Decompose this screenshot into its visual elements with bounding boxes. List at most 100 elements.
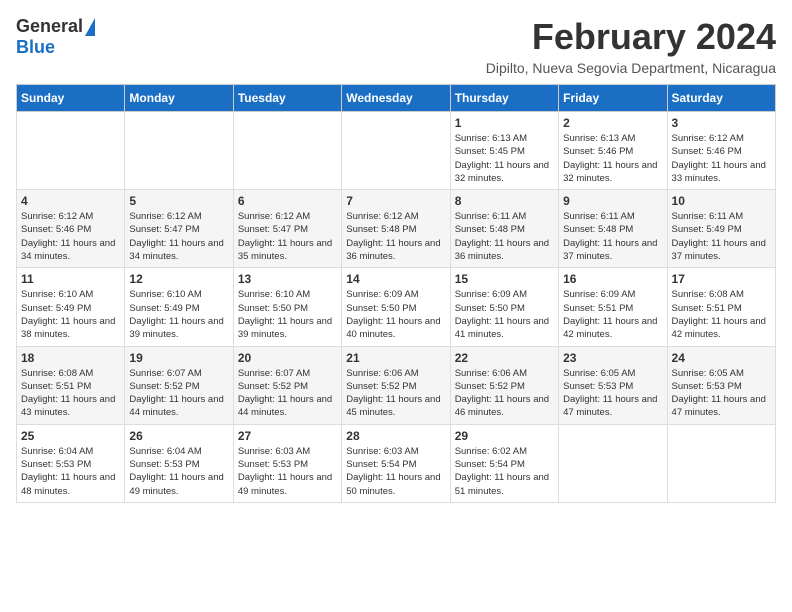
day-number: 7 <box>346 194 445 208</box>
day-info: Sunrise: 6:11 AM Sunset: 5:48 PM Dayligh… <box>455 210 554 263</box>
calendar-body: 1Sunrise: 6:13 AM Sunset: 5:45 PM Daylig… <box>17 112 776 503</box>
logo-general-text: General <box>16 16 83 37</box>
weekday-header: Saturday <box>667 85 775 112</box>
day-info: Sunrise: 6:13 AM Sunset: 5:46 PM Dayligh… <box>563 132 662 185</box>
day-info: Sunrise: 6:12 AM Sunset: 5:47 PM Dayligh… <box>238 210 337 263</box>
calendar-cell <box>342 112 450 190</box>
calendar-cell: 22 Sunrise: 6:06 AM Sunset: 5:52 PM Dayli… <box>450 346 558 424</box>
day-number: 14 <box>346 272 445 286</box>
calendar-cell: 11Sunrise: 6:10 AM Sunset: 5:49 PM Dayli… <box>17 268 125 346</box>
weekday-header: Sunday <box>17 85 125 112</box>
day-number: 19 <box>129 351 228 365</box>
day-number: 29 <box>455 429 554 443</box>
day-info: Sunrise: 6:06 AM Sunset: 5:52 PM Dayligh… <box>346 367 445 420</box>
day-info: Sunrise: 6:07 AM Sunset: 5:52 PM Dayligh… <box>129 367 228 420</box>
calendar-cell: 23 Sunrise: 6:05 AM Sunset: 5:53 PM Dayli… <box>559 346 667 424</box>
day-info: Sunrise: 6:09 AM Sunset: 5:50 PM Dayligh… <box>346 288 445 341</box>
weekday-header: Tuesday <box>233 85 341 112</box>
calendar-cell: 18Sunrise: 6:08 AM Sunset: 5:51 PM Dayli… <box>17 346 125 424</box>
calendar-cell <box>17 112 125 190</box>
calendar-cell: 6 Sunrise: 6:12 AM Sunset: 5:47 PM Daylig… <box>233 190 341 268</box>
day-number: 16 <box>563 272 662 286</box>
calendar-cell: 15 Sunrise: 6:09 AM Sunset: 5:50 PM Dayli… <box>450 268 558 346</box>
calendar-cell: 12 Sunrise: 6:10 AM Sunset: 5:49 PM Dayli… <box>125 268 233 346</box>
day-number: 22 <box>455 351 554 365</box>
day-number: 3 <box>672 116 771 130</box>
day-info: Sunrise: 6:03 AM Sunset: 5:54 PM Dayligh… <box>346 445 445 498</box>
calendar-cell: 21 Sunrise: 6:06 AM Sunset: 5:52 PM Dayli… <box>342 346 450 424</box>
day-number: 23 <box>563 351 662 365</box>
logo-blue-text: Blue <box>16 37 55 58</box>
day-info: Sunrise: 6:09 AM Sunset: 5:50 PM Dayligh… <box>455 288 554 341</box>
day-info: Sunrise: 6:10 AM Sunset: 5:50 PM Dayligh… <box>238 288 337 341</box>
calendar-week-row: 11 Sunrise: 6:10 AM Sunset: 5:49 PM Dayli… <box>17 268 776 346</box>
calendar-week-row: 25 Sunrise: 6:04 AM Sunset: 5:53 PM Dayli… <box>17 424 776 502</box>
day-info: Sunrise: 6:11 AM Sunset: 5:49 PM Dayligh… <box>672 210 771 263</box>
location-title: Dipilto, Nueva Segovia Department, Nicar… <box>486 60 776 76</box>
day-info: Sunrise: 6:04 AM Sunset: 5:53 PM Dayligh… <box>21 445 120 498</box>
day-info: Sunrise: 6:12 AM Sunset: 5:48 PM Dayligh… <box>346 210 445 263</box>
logo: General Blue <box>16 16 95 58</box>
day-info: Sunrise: 6:12 AM Sunset: 5:46 PM Dayligh… <box>672 132 771 185</box>
day-number: 20 <box>238 351 337 365</box>
day-info: Sunrise: 6:05 AM Sunset: 5:53 PM Dayligh… <box>563 367 662 420</box>
calendar-cell: 16 Sunrise: 6:09 AM Sunset: 5:51 PM Dayli… <box>559 268 667 346</box>
calendar-cell: 9 Sunrise: 6:11 AM Sunset: 5:48 PM Daylig… <box>559 190 667 268</box>
day-number: 1 <box>455 116 554 130</box>
calendar-cell: 25 Sunrise: 6:04 AM Sunset: 5:53 PM Dayli… <box>17 424 125 502</box>
calendar-cell <box>233 112 341 190</box>
day-number: 9 <box>563 194 662 208</box>
day-number: 10 <box>672 194 771 208</box>
day-number: 12 <box>129 272 228 286</box>
day-info: Sunrise: 6:07 AM Sunset: 5:52 PM Dayligh… <box>238 367 337 420</box>
day-number: 6 <box>238 194 337 208</box>
calendar-week-row: 1Sunrise: 6:13 AM Sunset: 5:45 PM Daylig… <box>17 112 776 190</box>
calendar-cell: 27 Sunrise: 6:03 AM Sunset: 5:53 PM Dayli… <box>233 424 341 502</box>
month-title: February 2024 <box>486 16 776 58</box>
day-number: 27 <box>238 429 337 443</box>
weekday-header: Friday <box>559 85 667 112</box>
day-number: 24 <box>672 351 771 365</box>
day-number: 25 <box>21 429 120 443</box>
day-info: Sunrise: 6:08 AM Sunset: 5:51 PM Dayligh… <box>21 367 120 420</box>
calendar-cell: 13 Sunrise: 6:10 AM Sunset: 5:50 PM Dayli… <box>233 268 341 346</box>
day-info: Sunrise: 6:11 AM Sunset: 5:48 PM Dayligh… <box>563 210 662 263</box>
day-info: Sunrise: 6:09 AM Sunset: 5:51 PM Dayligh… <box>563 288 662 341</box>
day-info: Sunrise: 6:03 AM Sunset: 5:53 PM Dayligh… <box>238 445 337 498</box>
day-number: 28 <box>346 429 445 443</box>
calendar-week-row: 18Sunrise: 6:08 AM Sunset: 5:51 PM Dayli… <box>17 346 776 424</box>
calendar-cell <box>667 424 775 502</box>
calendar-cell: 20 Sunrise: 6:07 AM Sunset: 5:52 PM Dayli… <box>233 346 341 424</box>
day-info: Sunrise: 6:08 AM Sunset: 5:51 PM Dayligh… <box>672 288 771 341</box>
day-number: 21 <box>346 351 445 365</box>
calendar-cell: 2Sunrise: 6:13 AM Sunset: 5:46 PM Daylig… <box>559 112 667 190</box>
calendar-cell: 24 Sunrise: 6:05 AM Sunset: 5:53 PM Dayli… <box>667 346 775 424</box>
calendar-header-row: SundayMondayTuesdayWednesdayThursdayFrid… <box>17 85 776 112</box>
calendar-cell: 29 Sunrise: 6:02 AM Sunset: 5:54 PM Dayli… <box>450 424 558 502</box>
day-info: Sunrise: 6:10 AM Sunset: 5:49 PM Dayligh… <box>129 288 228 341</box>
day-number: 8 <box>455 194 554 208</box>
day-info: Sunrise: 6:02 AM Sunset: 5:54 PM Dayligh… <box>455 445 554 498</box>
calendar-cell <box>125 112 233 190</box>
calendar-cell: 3 Sunrise: 6:12 AM Sunset: 5:46 PM Daylig… <box>667 112 775 190</box>
calendar-week-row: 4Sunrise: 6:12 AM Sunset: 5:46 PM Daylig… <box>17 190 776 268</box>
calendar-cell <box>559 424 667 502</box>
day-number: 5 <box>129 194 228 208</box>
day-info: Sunrise: 6:05 AM Sunset: 5:53 PM Dayligh… <box>672 367 771 420</box>
day-number: 15 <box>455 272 554 286</box>
logo-triangle-icon <box>85 18 95 36</box>
calendar-cell: 17Sunrise: 6:08 AM Sunset: 5:51 PM Dayli… <box>667 268 775 346</box>
day-info: Sunrise: 6:12 AM Sunset: 5:46 PM Dayligh… <box>21 210 120 263</box>
weekday-header: Wednesday <box>342 85 450 112</box>
calendar-cell: 28 Sunrise: 6:03 AM Sunset: 5:54 PM Dayli… <box>342 424 450 502</box>
calendar-table: SundayMondayTuesdayWednesdayThursdayFrid… <box>16 84 776 503</box>
calendar-cell: 1Sunrise: 6:13 AM Sunset: 5:45 PM Daylig… <box>450 112 558 190</box>
header: General Blue February 2024 Dipilto, Nuev… <box>16 16 776 76</box>
calendar-cell: 8 Sunrise: 6:11 AM Sunset: 5:48 PM Daylig… <box>450 190 558 268</box>
day-number: 13 <box>238 272 337 286</box>
calendar-cell: 19 Sunrise: 6:07 AM Sunset: 5:52 PM Dayli… <box>125 346 233 424</box>
calendar-cell: 26Sunrise: 6:04 AM Sunset: 5:53 PM Dayli… <box>125 424 233 502</box>
day-number: 11 <box>21 272 120 286</box>
day-info: Sunrise: 6:06 AM Sunset: 5:52 PM Dayligh… <box>455 367 554 420</box>
weekday-header: Monday <box>125 85 233 112</box>
